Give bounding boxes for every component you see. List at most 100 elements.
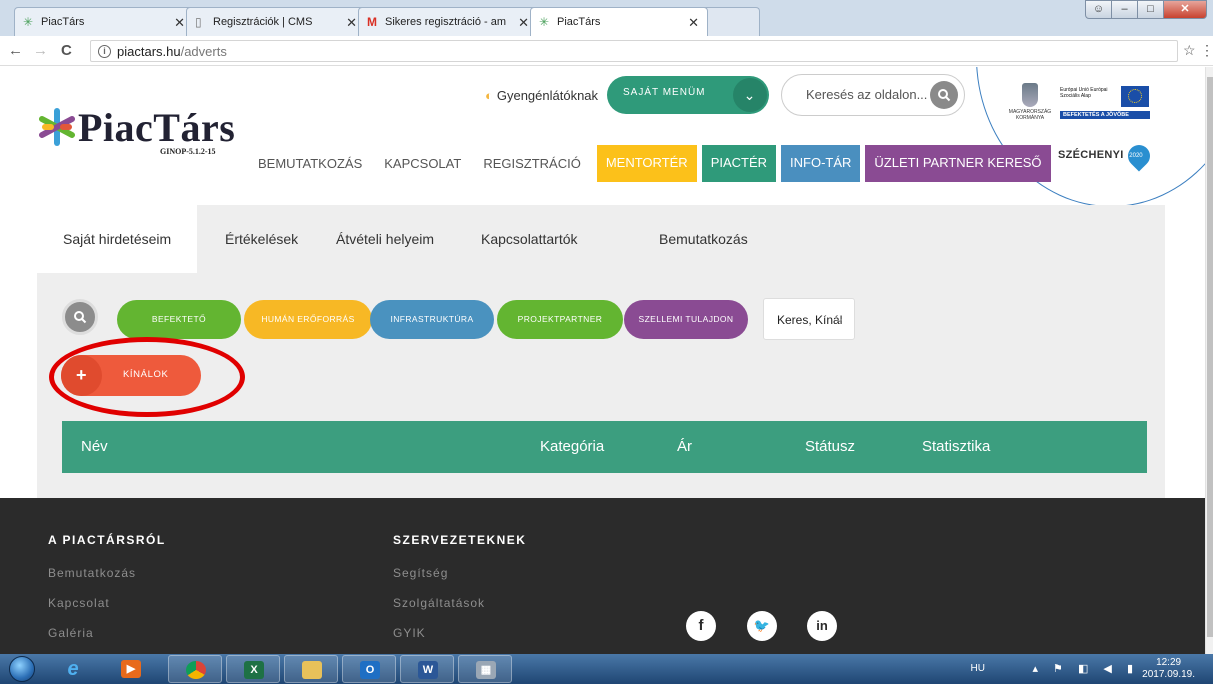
address-bar: ← → C i piactars.hu/adverts ☆ ⋮ <box>0 36 1213 66</box>
kebab-menu-icon[interactable]: ⋮ <box>1200 42 1213 59</box>
browser-tab-active[interactable]: ✳ PiacTárs ✕ <box>530 7 708 36</box>
tray-icons[interactable]: ▴ ⚑ ◧ ◀ ▮ <box>1032 662 1139 675</box>
calculator-icon: ▦ <box>476 661 496 679</box>
search-placeholder: Keresés az oldalon... <box>806 87 928 102</box>
footer-link-galeria[interactable]: Galéria <box>48 626 94 640</box>
maximize-icon[interactable]: □ <box>1137 0 1164 19</box>
tab-title: PiacTárs <box>41 16 85 28</box>
tab-bemutatkozas[interactable]: Bemutatkozás <box>659 205 748 273</box>
clock-date: 2017.09.19. <box>1142 669 1195 680</box>
red-highlight-ellipse <box>49 337 245 417</box>
input-language[interactable]: HU <box>971 663 985 674</box>
hungarian-crest-icon <box>1022 83 1038 107</box>
back-arrow-icon[interactable]: ← <box>8 42 23 59</box>
logo-wordmark: PiacTárs <box>78 105 236 150</box>
tab-atveteli-helyeim[interactable]: Átvételi helyeim <box>336 205 434 273</box>
filter-szellemi-tulajdon[interactable]: SZELLEMI TULAJDON <box>624 300 748 339</box>
nav-item-bemutatkozas[interactable]: BEMUTATKOZÁS <box>247 145 373 182</box>
close-tab-icon[interactable]: ✕ <box>518 15 529 31</box>
account-icon[interactable]: ☺ <box>1085 0 1112 19</box>
column-header-statisztika[interactable]: Statisztika <box>922 438 990 455</box>
my-menu-label: SAJÁT MENÜM <box>623 87 706 98</box>
tab-kapcsolattartok[interactable]: Kapcsolattartók <box>481 205 578 273</box>
footer-heading-organizations: SZERVEZETEKNEK <box>393 533 527 547</box>
column-header-nev[interactable]: Név <box>81 438 108 455</box>
column-header-kategoria[interactable]: Kategória <box>540 438 604 455</box>
nav-item-info-tar[interactable]: INFO-TÁR <box>781 145 861 182</box>
bookmark-star-icon[interactable]: ☆ <box>1183 42 1196 59</box>
nav-item-piacter[interactable]: PIACTÉR <box>701 145 777 182</box>
linkedin-icon[interactable]: in <box>807 611 837 641</box>
logo-subtitle: GINOP-5.1.2-15 <box>160 147 216 156</box>
szechenyi-label: SZÉCHENYI <box>1058 149 1124 161</box>
search-button[interactable] <box>930 81 958 109</box>
reload-icon[interactable]: C <box>61 42 72 59</box>
close-tab-icon[interactable]: ✕ <box>346 15 357 31</box>
windows-logo-icon <box>9 656 35 682</box>
browser-tab[interactable]: M Sikeres regisztráció - am ✕ <box>358 7 538 36</box>
footer-link-gyik[interactable]: GYIK <box>393 626 426 640</box>
clock[interactable]: 12:29 2017.09.19. <box>1142 657 1195 681</box>
chrome-taskbar[interactable] <box>168 655 222 683</box>
nav-item-regisztracio[interactable]: REGISZTRÁCIÓ <box>472 145 592 182</box>
piactars-favicon-icon: ✳ <box>539 15 550 29</box>
tab-title: Sikeres regisztráció - am <box>385 16 507 28</box>
search-icon <box>938 89 951 102</box>
explorer-taskbar[interactable] <box>284 655 338 683</box>
new-tab-button[interactable] <box>700 7 760 36</box>
close-tab-icon[interactable]: ✕ <box>688 15 699 31</box>
column-header-statusz[interactable]: Státusz <box>805 438 855 455</box>
column-header-ar[interactable]: Ár <box>677 438 692 455</box>
tab-ertekelesek[interactable]: Értékelések <box>225 205 298 273</box>
szechenyi-year: 2020 <box>1129 153 1143 160</box>
footer-link-kapcsolat[interactable]: Kapcsolat <box>48 596 110 610</box>
facebook-icon[interactable]: f <box>686 611 716 641</box>
internet-explorer-taskbar[interactable]: e <box>46 655 100 683</box>
accessibility-label: Gyengénlátóknak <box>496 88 599 103</box>
page-scrollbar[interactable] <box>1205 67 1213 654</box>
media-player-taskbar[interactable]: ▶ <box>104 655 158 683</box>
accessibility-link[interactable]: ◐ Gyengénlátóknak <box>485 88 598 103</box>
advert-type-select[interactable]: Keres, Kínál ⌄ <box>763 298 855 340</box>
internet-explorer-icon: e <box>67 658 79 680</box>
piactars-logo-icon <box>39 108 75 146</box>
chevron-down-icon: ⌄ <box>834 313 844 325</box>
word-taskbar[interactable]: W <box>400 655 454 683</box>
browser-tab[interactable]: ▯ Regisztrációk | CMS ✕ <box>186 7 366 36</box>
footer-link-segitseg[interactable]: Segítség <box>393 566 448 580</box>
twitter-icon[interactable]: 🐦 <box>747 611 777 641</box>
nav-item-uzleti-partner-kereso[interactable]: ÜZLETI PARTNER KERESŐ <box>865 145 1051 182</box>
clock-time: 12:29 <box>1156 657 1182 668</box>
footer-link-bemutatkozas[interactable]: Bemutatkozás <box>48 566 136 580</box>
nav-item-mentorter[interactable]: MENTORTÉR <box>596 145 697 182</box>
close-window-icon[interactable]: ✕ <box>1163 0 1207 19</box>
scrollbar-thumb[interactable] <box>1207 77 1213 637</box>
filter-search-button[interactable] <box>62 299 98 335</box>
site-search-input[interactable]: Keresés az oldalon... <box>781 74 965 116</box>
info-icon[interactable]: i <box>98 45 111 58</box>
browser-tab[interactable]: ✳ PiacTárs ✕ <box>14 7 194 36</box>
start-button[interactable] <box>6 654 38 684</box>
filter-infrastruktura[interactable]: INFRASTRUKTÚRA <box>370 300 494 339</box>
piactars-favicon-icon: ✳ <box>23 15 34 29</box>
minimize-icon[interactable]: – <box>1111 0 1138 19</box>
outlook-taskbar[interactable]: O <box>342 655 396 683</box>
excel-taskbar[interactable]: X <box>226 655 280 683</box>
close-tab-icon[interactable]: ✕ <box>174 15 185 31</box>
filter-befekteto[interactable]: BEFEKTETŐ <box>117 300 241 339</box>
excel-icon: X <box>244 661 264 679</box>
filter-projektpartner[interactable]: PROJEKTPARTNER <box>497 300 623 339</box>
window-controls: ☺ – □ ✕ <box>1085 0 1207 20</box>
url-field[interactable]: i piactars.hu/adverts <box>90 40 1178 62</box>
tab-sajat-hirdeteseim[interactable]: Saját hirdetéseim <box>37 205 197 273</box>
adverts-panel: Saját hirdetéseim Értékelések Átvételi h… <box>37 205 1165 498</box>
search-icon <box>74 311 87 324</box>
folder-icon <box>302 661 322 679</box>
calculator-taskbar[interactable]: ▦ <box>458 655 512 683</box>
footer-link-szolgaltatasok[interactable]: Szolgáltatások <box>393 596 485 610</box>
filter-human-eroforras[interactable]: HUMÁN ERŐFORRÁS <box>244 300 372 339</box>
nav-item-kapcsolat[interactable]: KAPCSOLAT <box>373 145 472 182</box>
my-menu-button[interactable]: SAJÁT MENÜM ⌄ <box>607 76 769 114</box>
forward-arrow-icon[interactable]: → <box>33 42 48 59</box>
main-navigation: BEMUTATKOZÁS KAPCSOLAT REGISZTRÁCIÓ MENT… <box>247 145 1051 182</box>
